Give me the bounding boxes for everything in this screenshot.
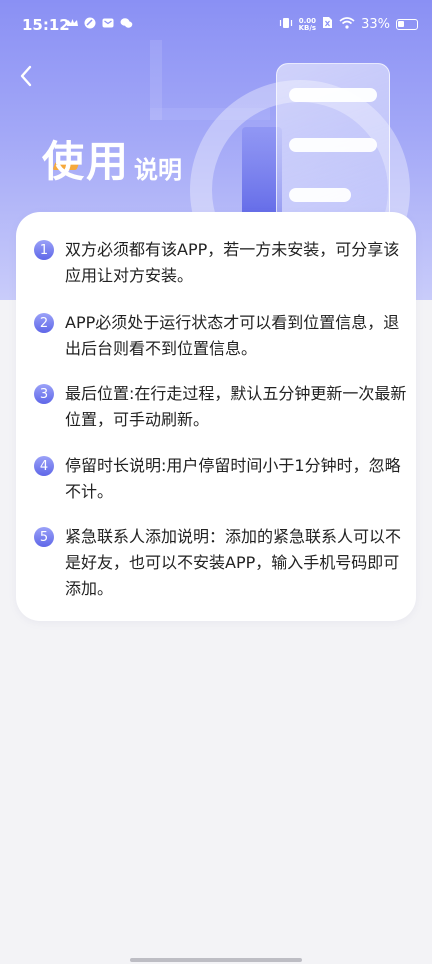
page-title-main-text: 使用 xyxy=(42,137,131,186)
chat-icon xyxy=(120,17,133,29)
vibrate-icon xyxy=(279,17,293,33)
instruction-number: 4 xyxy=(34,456,54,476)
decorative-document-card xyxy=(276,63,390,223)
instruction-number: 5 xyxy=(34,527,54,547)
decorative-line xyxy=(289,138,377,152)
status-right: 0.00 KB/s 33% xyxy=(279,16,418,33)
notification-icons xyxy=(66,17,133,29)
battery-icon xyxy=(396,19,418,30)
status-time: 15:12 xyxy=(22,16,70,34)
page-title: 使用 说明 xyxy=(42,128,182,189)
instructions-card: 1 双方必须都有该APP，若一方未安装，可分享该应用让对方安装。 2 APP必须… xyxy=(16,212,416,621)
decorative-line xyxy=(289,88,377,102)
instruction-item: 2 APP必须处于运行状态才可以看到位置信息，退出后台则看不到位置信息。 xyxy=(34,310,408,362)
instruction-item: 5 紧急联系人添加说明：添加的紧急联系人可以不是好友，也可以不安装APP，输入手… xyxy=(34,524,408,602)
app-logo-icon xyxy=(84,17,96,29)
crown-icon xyxy=(66,17,78,29)
wifi-icon xyxy=(339,16,355,33)
instruction-text: 最后位置:在行走过程，默认五分钟更新一次最新位置，可手动刷新。 xyxy=(65,384,407,429)
instruction-item: 1 双方必须都有该APP，若一方未安装，可分享该应用让对方安装。 xyxy=(34,237,408,289)
battery-percent: 33% xyxy=(361,17,390,32)
page-title-main: 使用 xyxy=(42,128,130,189)
instruction-text: 停留时长说明:用户停留时间小于1分钟时，忽略不计。 xyxy=(65,456,401,501)
instruction-item: 3 最后位置:在行走过程，默认五分钟更新一次最新位置，可手动刷新。 xyxy=(34,381,408,433)
mail-icon xyxy=(102,17,114,29)
chevron-left-icon xyxy=(20,65,32,87)
net-speed-unit: KB/s xyxy=(298,23,317,32)
instruction-number: 2 xyxy=(34,313,54,333)
instruction-text: APP必须处于运行状态才可以看到位置信息，退出后台则看不到位置信息。 xyxy=(65,313,400,358)
net-speed: 0.00 KB/s xyxy=(298,17,317,32)
instruction-item: 4 停留时长说明:用户停留时间小于1分钟时，忽略不计。 xyxy=(34,453,408,505)
instruction-number: 3 xyxy=(34,384,54,404)
decorative-line xyxy=(289,188,351,202)
status-bar: 15:12 0.00 KB/s 33% xyxy=(0,0,432,50)
instruction-text: 双方必须都有该APP，若一方未安装，可分享该应用让对方安装。 xyxy=(65,240,400,285)
sim-icon xyxy=(322,16,333,33)
page-title-sub: 说明 xyxy=(134,156,183,184)
instruction-number: 1 xyxy=(34,240,54,260)
instruction-text: 紧急联系人添加说明：添加的紧急联系人可以不是好友，也可以不安装APP，输入手机号… xyxy=(65,527,402,598)
back-button[interactable] xyxy=(14,62,38,90)
home-indicator[interactable] xyxy=(130,958,302,962)
